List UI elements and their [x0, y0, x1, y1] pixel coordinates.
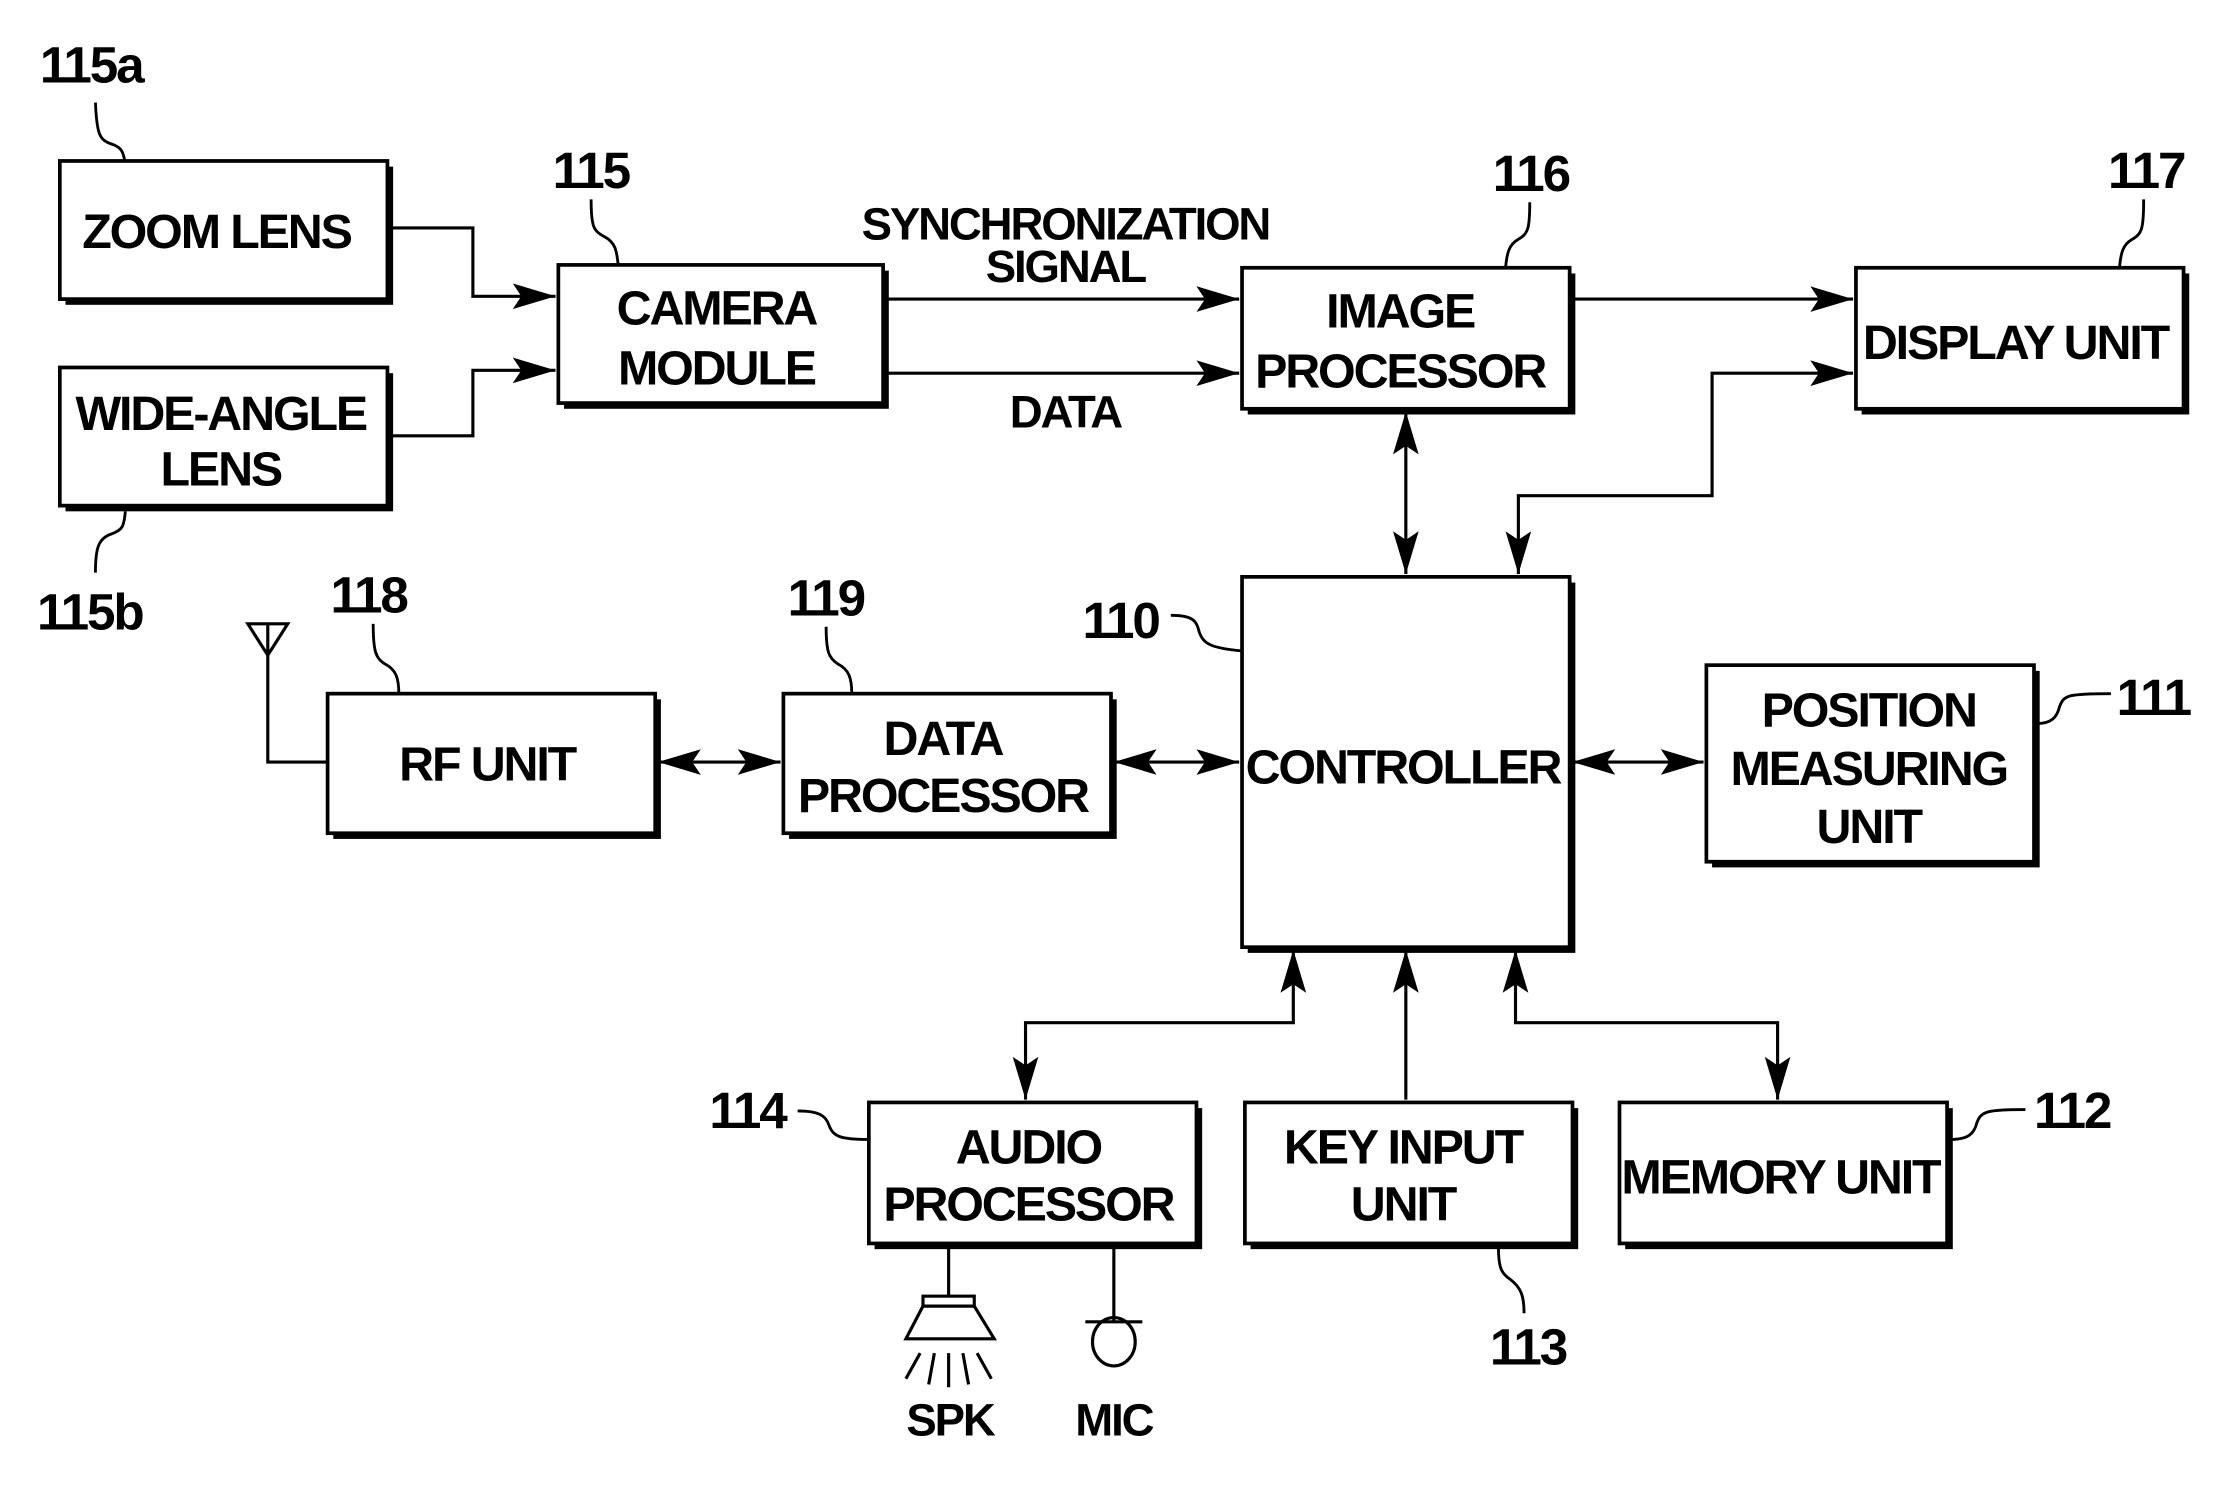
leader-117: [2118, 199, 2146, 268]
leader-111: [2036, 692, 2111, 725]
ref-115a: 115a: [40, 37, 145, 94]
leader-115a: [94, 102, 127, 162]
ref-110: 110: [1083, 592, 1160, 649]
camera-module-label-line1: CAMERA: [617, 282, 818, 336]
wide-angle-lens-label-line1: WIDE-ANGLE: [75, 387, 366, 441]
sync-signal-label-line2: SIGNAL: [986, 241, 1147, 292]
controller-label: CONTROLLER: [1246, 740, 1562, 794]
camera-module-label-line2: MODULE: [618, 342, 816, 396]
block-display-unit: DISPLAY UNIT: [1854, 265, 2190, 415]
display-unit-label: DISPLAY UNIT: [1863, 316, 2171, 370]
position-measuring-label-line2: MEASURING: [1730, 742, 2007, 796]
audio-processor-label-line1: AUDIO: [956, 1121, 1102, 1175]
ref-119: 119: [788, 569, 865, 626]
connector-controller-memory: [1502, 950, 1791, 1100]
speaker-label: SPK: [906, 1395, 996, 1446]
block-data-processor: DATA PROCESSOR: [781, 691, 1117, 839]
ref-115: 115: [553, 142, 631, 199]
leader-118: [371, 623, 401, 694]
leader-110: [1170, 613, 1243, 653]
connector-controller-audio: [1012, 950, 1307, 1100]
ref-112: 112: [2034, 1082, 2111, 1139]
antenna-icon: [244, 622, 328, 764]
ref-116: 116: [1493, 145, 1570, 202]
zoom-lens-label: ZOOM LENS: [82, 205, 351, 259]
image-processor-label-line2: PROCESSOR: [1255, 344, 1546, 398]
ref-114: 114: [709, 1082, 788, 1139]
block-camera-module: CAMERA MODULE: [556, 263, 889, 409]
ref-118: 118: [330, 566, 407, 623]
block-diagram: ZOOM LENS 115a WIDE-ANGLE LENS 115b CAME…: [37, 37, 2194, 1446]
block-memory-unit: MEMORY UNIT: [1617, 1100, 1953, 1250]
microphone-label: MIC: [1075, 1395, 1153, 1446]
data-processor-label-line2: PROCESSOR: [798, 769, 1089, 823]
leader-114: [797, 1109, 869, 1141]
position-measuring-label-line3: UNIT: [1817, 800, 1924, 854]
data-signal-label: DATA: [1010, 386, 1122, 437]
leader-115: [589, 199, 620, 266]
ref-111: 111: [2117, 669, 2192, 726]
block-zoom-lens: ZOOM LENS: [57, 159, 394, 305]
block-wide-angle-lens: WIDE-ANGLE LENS: [57, 365, 394, 512]
data-processor-label-line1: DATA: [884, 712, 1004, 766]
connector-wide-lens-to-camera: [387, 357, 556, 438]
rf-unit-label: RF UNIT: [399, 738, 578, 792]
memory-unit-label: MEMORY UNIT: [1621, 1151, 1942, 1205]
ref-113: 113: [1490, 1319, 1567, 1376]
leader-112: [1949, 1108, 2026, 1141]
block-key-input-unit: KEY INPUT UNIT: [1243, 1100, 1579, 1250]
ref-117: 117: [2108, 142, 2185, 199]
key-input-label-line2: UNIT: [1351, 1178, 1458, 1232]
block-position-measuring-unit: POSITION MEASURING UNIT: [1704, 663, 2040, 868]
wide-angle-lens-label-line2: LENS: [160, 443, 281, 497]
speaker-icon: [903, 1246, 997, 1388]
block-controller: CONTROLLER: [1240, 575, 1576, 953]
leader-115b: [94, 511, 127, 573]
block-rf-unit: RF UNIT: [325, 691, 661, 839]
image-processor-label-line1: IMAGE: [1326, 285, 1475, 339]
position-measuring-label-line1: POSITION: [1762, 683, 1976, 737]
leader-119: [824, 626, 854, 694]
leader-113: [1497, 1246, 1526, 1314]
microphone-icon: [1085, 1246, 1143, 1368]
block-audio-processor: AUDIO PROCESSOR: [867, 1100, 1203, 1250]
connector-zoom-lens-to-camera: [387, 226, 556, 310]
audio-processor-label-line2: PROCESSOR: [883, 1178, 1174, 1232]
ref-115b: 115b: [37, 584, 143, 641]
block-image-processor: IMAGE PROCESSOR: [1240, 265, 1576, 415]
key-input-label-line1: KEY INPUT: [1284, 1121, 1525, 1175]
leader-116: [1504, 202, 1532, 268]
